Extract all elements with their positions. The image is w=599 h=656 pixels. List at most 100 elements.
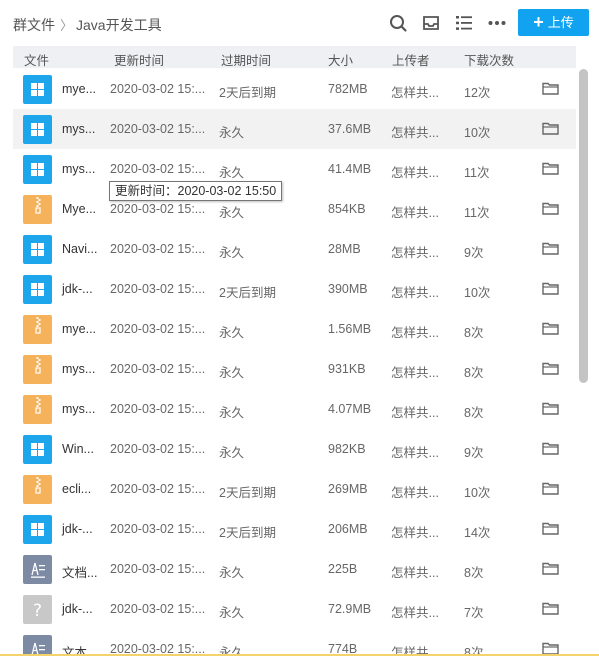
file-name[interactable]: mys... [62,162,95,176]
file-updated-time: 2020-03-02 15:... [110,402,206,416]
folder-icon[interactable] [542,242,559,255]
breadcrumb-root[interactable]: 群文件 [13,15,55,35]
file-size: 390MB [328,282,368,296]
file-uploader[interactable]: 怎样共... [391,402,439,421]
folder-icon[interactable] [542,322,559,335]
document-file-icon [23,635,52,656]
file-row[interactable]: mys... 2020-03-02 15:... 永久 4.07MB 怎样共... 8次 [13,389,576,429]
file-name[interactable]: mye... [62,322,96,336]
file-name[interactable]: jdk-... [62,282,93,296]
file-uploader[interactable]: 怎样共... [391,242,439,261]
file-name[interactable]: mye... [62,82,96,96]
file-row[interactable]: mys... 2020-03-02 15:... 永久 41.4MB 怎样共... 11次 [13,149,576,189]
file-name[interactable]: Win... [62,442,94,456]
file-name[interactable]: jdk-... [62,522,93,536]
document-file-icon [23,555,52,584]
archive-file-icon [23,315,52,344]
file-row[interactable]: mye... 2020-03-02 15:... 永久 1.56MB 怎样共... 8次 [13,309,576,349]
folder-icon[interactable] [542,362,559,375]
file-uploader[interactable]: 怎样共... [391,482,439,501]
file-row[interactable]: ecli... 2020-03-02 15:... 2天后到期 269MB 怎样共...… [13,469,576,509]
file-name[interactable]: 文档... [62,562,97,581]
file-uploader[interactable]: 怎样共... [391,122,439,141]
file-download-count: 8次 [464,326,484,340]
file-uploader[interactable]: 怎样共... [391,282,439,301]
folder-icon[interactable] [542,602,559,615]
file-row[interactable]: jdk-... 2020-03-02 15:... 2天后到期 390MB 怎样共...… [13,269,576,309]
file-name[interactable]: mys... [62,362,95,376]
file-uploader[interactable]: 怎样共... [391,562,439,581]
folder-icon[interactable] [542,82,559,95]
file-row[interactable]: mys... 2020-03-02 15:... 永久 931KB 怎样共... 8次 [13,349,576,389]
file-row[interactable]: 文本... 2020-03-02 15:... 永久 774B 怎样共... 8次 [13,629,576,656]
file-name[interactable]: ecli... [62,482,91,496]
file-uploader[interactable]: 怎样共... [391,442,439,461]
file-name[interactable]: mys... [62,402,95,416]
file-row[interactable]: ? jdk-... 2020-03-02 15:... 永久 72.9MB 怎样共... 7… [13,589,576,629]
file-uploader[interactable]: 怎样共... [391,322,439,341]
more-icon[interactable] [487,13,507,33]
column-downloads[interactable]: 下载次数 [464,50,514,69]
upload-label: 上传 [547,15,574,30]
file-download-count: 8次 [464,366,484,380]
file-row[interactable]: jdk-... 2020-03-02 15:... 2天后到期 206MB 怎样共...… [13,509,576,549]
file-size: 1.56MB [328,322,372,336]
file-expiry: 永久 [219,166,245,180]
inbox-icon[interactable] [421,13,441,33]
folder-icon[interactable] [542,122,559,135]
file-row[interactable]: mye... 2020-03-02 15:... 2天后到期 782MB 怎样共... 1… [13,69,576,109]
file-uploader[interactable]: 怎样共... [391,162,439,181]
file-list: mye... 2020-03-02 15:... 2天后到期 782MB 怎样共... 1… [13,69,576,656]
file-expiry: 2天后到期 [219,286,276,300]
file-size: 41.4MB [328,162,372,176]
file-row[interactable]: Mye... 2020-03-02 15:... 永久 854KB 怎样共... 11次 [13,189,576,229]
file-uploader[interactable]: 怎样共... [391,202,439,221]
folder-icon[interactable] [542,282,559,295]
breadcrumb-current: Java开发工具 [76,17,162,33]
file-uploader[interactable]: 怎样共... [391,82,439,101]
file-expiry: 永久 [219,566,245,580]
file-uploader[interactable]: 怎样共... [391,602,439,621]
file-uploader[interactable]: 怎样共... [391,522,439,541]
file-updated-time: 2020-03-02 15:... [110,522,206,536]
folder-icon[interactable] [542,442,559,455]
file-name[interactable]: Mye... [62,202,96,216]
column-size[interactable]: 大小 [328,50,353,69]
column-name[interactable]: 文件 [24,50,49,69]
upload-button[interactable]: + 上传 [518,9,589,36]
file-download-count: 11次 [464,166,490,180]
column-expires[interactable]: 过期时间 [221,50,271,69]
file-row[interactable]: Navi... 2020-03-02 15:... 永久 28MB 怎样共... 9次 [13,229,576,269]
folder-icon[interactable] [542,482,559,495]
file-size: 931KB [328,362,366,376]
column-updated[interactable]: 更新时间 [114,50,164,69]
file-uploader[interactable]: 怎样共... [391,362,439,381]
file-updated-time: 2020-03-02 15:... [110,442,206,456]
file-row[interactable]: 文档... 2020-03-02 15:... 永久 225B 怎样共... 8次 [13,549,576,589]
folder-icon[interactable] [542,522,559,535]
search-icon[interactable] [388,13,408,33]
file-name[interactable]: Navi... [62,242,97,256]
tooltip: 更新时间：2020-03-02 15:50 [109,181,283,201]
folder-icon[interactable] [542,402,559,415]
file-row[interactable]: Win... 2020-03-02 15:... 永久 982KB 怎样共... 9次 [13,429,576,469]
file-download-count: 12次 [464,86,491,100]
windows-app-icon [23,155,52,184]
file-download-count: 11次 [464,206,490,220]
svg-text:?: ? [33,601,42,621]
scrollbar-thumb[interactable] [579,69,588,383]
folder-icon[interactable] [542,202,559,215]
file-name[interactable]: mys... [62,122,95,136]
list-view-icon[interactable] [454,13,474,33]
file-row[interactable]: mys... 2020-03-02 15:... 永久 37.6MB 怎样共... 10次 [13,109,576,149]
folder-icon[interactable] [542,562,559,575]
folder-icon[interactable] [542,162,559,175]
file-expiry: 2天后到期 [219,526,276,540]
file-download-count: 8次 [464,406,484,420]
file-updated-time: 2020-03-02 15:... [110,82,206,96]
column-uploader[interactable]: 上传者 [392,50,430,69]
file-size: 854KB [328,202,366,216]
file-name[interactable]: jdk-... [62,602,93,616]
file-size: 225B [328,562,358,576]
file-expiry: 永久 [219,406,245,420]
